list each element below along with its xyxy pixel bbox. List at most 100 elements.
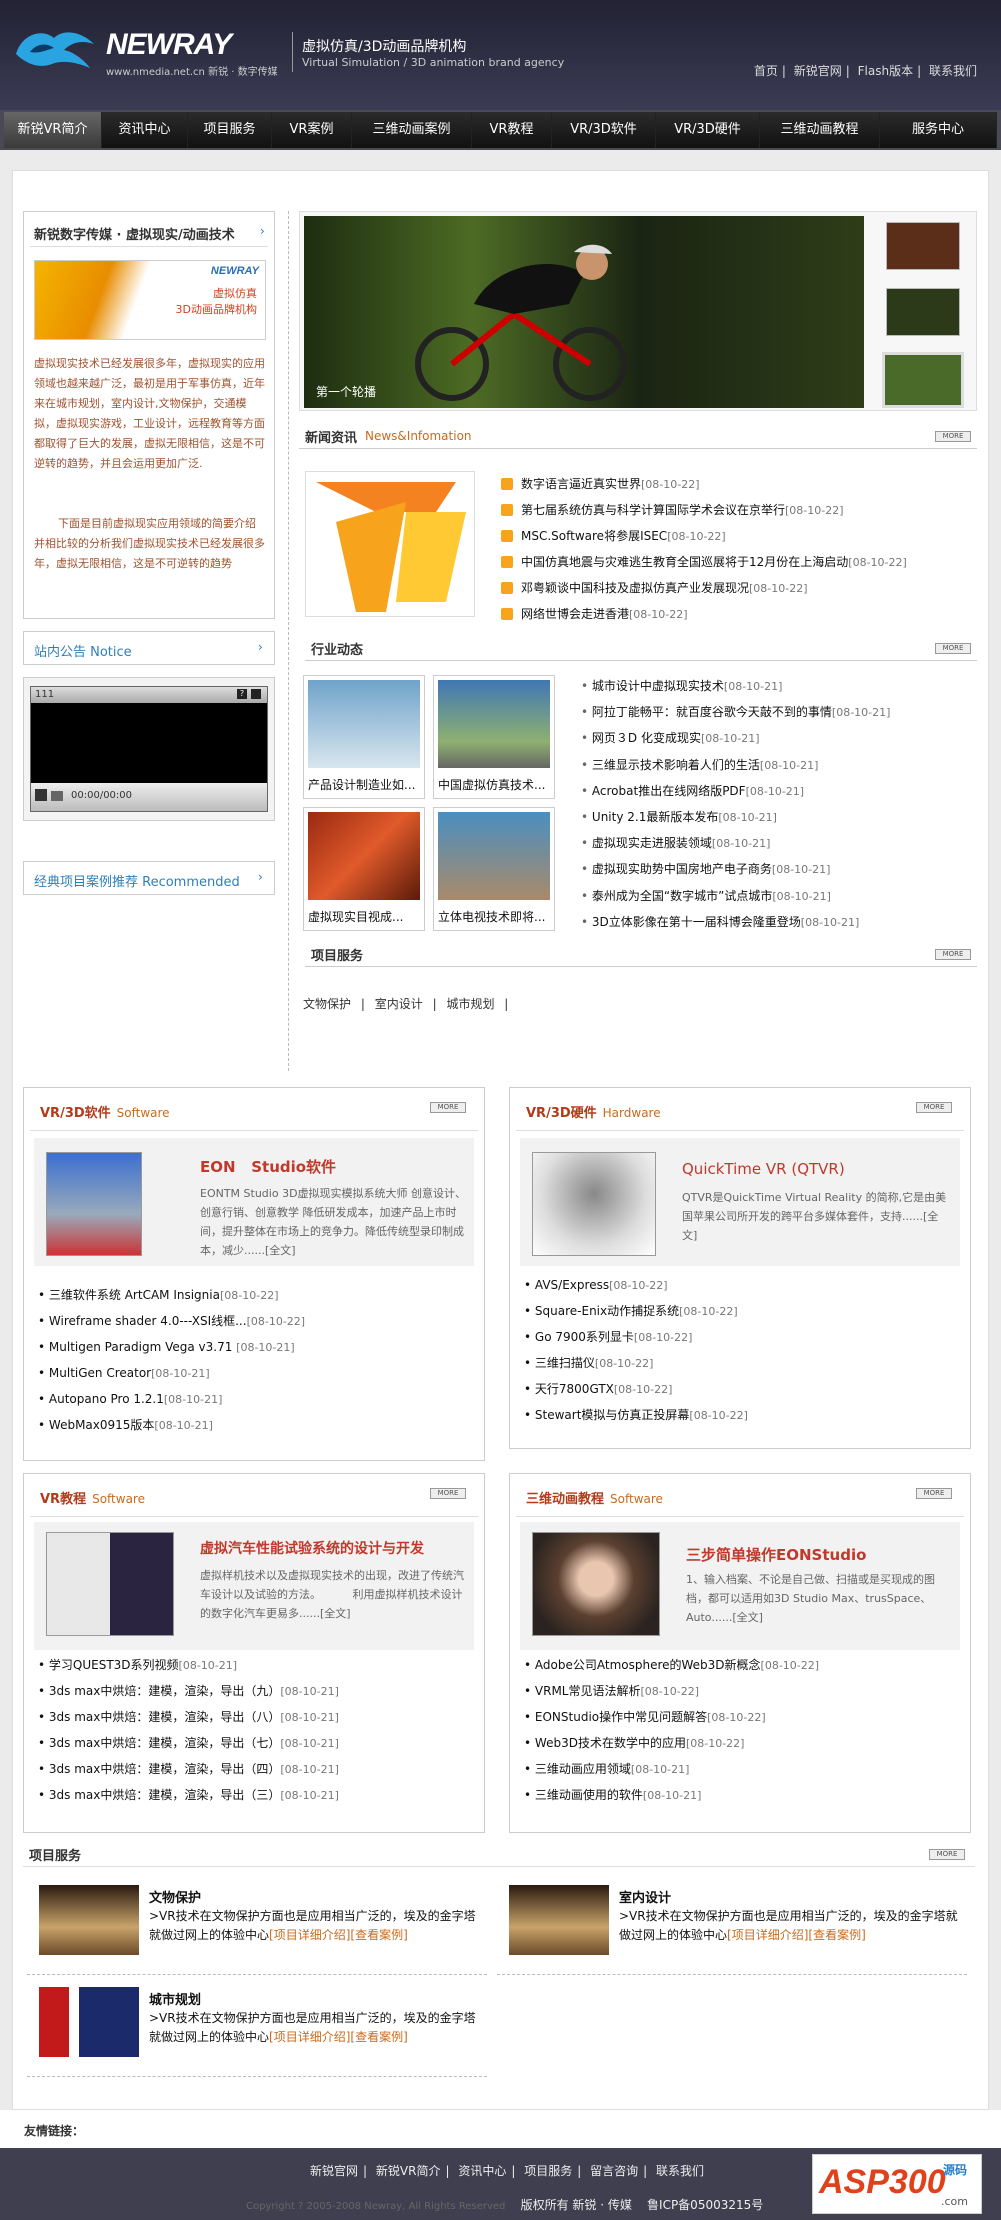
nav-vr3d-hardware[interactable]: VR/3D硬件	[656, 112, 760, 148]
news-item[interactable]: 中国仿真地震与灾难逃生教育全国巡展将于12月份在上海启动[08-10-22]	[501, 549, 971, 575]
hardware-feature-title[interactable]: QuickTime VR (QTVR)	[682, 1160, 845, 1178]
anim-tutorial-item[interactable]: • 三维动画使用的软件[08-10-21]	[524, 1782, 964, 1808]
nav-3d-anim-tutorials[interactable]: 三维动画教程	[760, 112, 880, 148]
software-item[interactable]: • WebMax0915版本[08-10-21]	[38, 1412, 478, 1438]
industry-thumb-1[interactable]: 产品设计制造业如...	[303, 675, 425, 799]
industry-item[interactable]: • 泰州成为全国“数字城市”试点城市[08-10-21]	[581, 883, 981, 909]
service-detail-link[interactable]: [项目详细介绍]	[727, 1928, 808, 1942]
footer-link-contact[interactable]: 联系我们	[656, 2164, 704, 2178]
hardware-item[interactable]: • 三维扫描仪[08-10-22]	[524, 1350, 964, 1376]
nav-vr-tutorials[interactable]: VR教程	[472, 112, 552, 148]
nav-vr-intro[interactable]: 新锐VR简介	[4, 112, 102, 148]
nav-vr-cases[interactable]: VR案例	[272, 112, 352, 148]
nav-project-services[interactable]: 项目服务	[188, 112, 272, 148]
vr-tutorial-item[interactable]: • 3ds max中烘焙：建模，渲染，导出（八）[08-10-21]	[38, 1704, 478, 1730]
services-small-more-button[interactable]: MORE	[935, 949, 971, 960]
service-card-image[interactable]	[509, 1885, 609, 1955]
industry-item[interactable]: • 3D立体影像在第十一届科博会隆重登场[08-10-21]	[581, 909, 981, 935]
volume-icon[interactable]	[51, 791, 63, 801]
nav-news-center[interactable]: 资讯中心	[102, 112, 188, 148]
nav-3d-anim-cases[interactable]: 三维动画案例	[352, 112, 472, 148]
service-card-title[interactable]: 城市规划	[149, 1989, 201, 2008]
top-link-official[interactable]: 新锐官网	[794, 64, 842, 78]
industry-item[interactable]: • Unity 2.1最新版本发布[08-10-21]	[581, 804, 981, 830]
anim-tutorial-feature-title[interactable]: 三步简单操作EONStudio	[686, 1544, 866, 1565]
anim-tutorial-item[interactable]: • Web3D技术在数学中的应用[08-10-22]	[524, 1730, 964, 1756]
hardware-item[interactable]: • 天行7800GTX[08-10-22]	[524, 1376, 964, 1402]
news-item[interactable]: 网络世博会走进香港[08-10-22]	[501, 601, 971, 627]
anim-tutorial-item[interactable]: • 三维动画应用领域[08-10-21]	[524, 1756, 964, 1782]
recommend-title[interactable]: 经典项目案例推荐 Recommended	[34, 871, 240, 890]
anim-tutorial-item[interactable]: • VRML常见语法解析[08-10-22]	[524, 1678, 964, 1704]
service-case-link[interactable]: [查看案例]	[350, 2030, 407, 2044]
industry-thumb-4[interactable]: 立体电视技术即将...	[433, 807, 555, 931]
software-feature-title[interactable]: EON Studio软件	[200, 1156, 336, 1177]
notice-title[interactable]: 站内公告 Notice	[34, 641, 132, 660]
industry-thumb-2[interactable]: 中国虚拟仿真技术...	[433, 675, 555, 799]
top-link-flash[interactable]: Flash版本	[858, 64, 913, 78]
hardware-more-button[interactable]: MORE	[916, 1102, 952, 1113]
arrow-icon[interactable]: ›	[260, 224, 265, 238]
service-card-image[interactable]	[39, 1885, 139, 1955]
news-more-button[interactable]: MORE	[935, 431, 971, 442]
service-card-title[interactable]: 室内设计	[619, 1887, 671, 1906]
hardware-item[interactable]: • Square-Enix动作捕捉系统[08-10-22]	[524, 1298, 964, 1324]
pause-icon[interactable]	[35, 789, 47, 801]
video-player[interactable]: 111 ? 00:00/00:00	[30, 686, 268, 812]
service-detail-link[interactable]: [项目详细介绍]	[269, 1928, 350, 1942]
anim-tutorial-item[interactable]: • EONStudio操作中常见问题解答[08-10-22]	[524, 1704, 964, 1730]
service-link-urban[interactable]: 城市规划	[446, 997, 494, 1011]
vr-tutorial-feature-image[interactable]	[46, 1532, 174, 1636]
news-item[interactable]: 数字语言逼近真实世界[08-10-22]	[501, 471, 971, 497]
vr-tutorial-feature-title[interactable]: 虚拟汽车性能试验系统的设计与开发	[200, 1538, 424, 1558]
vr-tutorial-item[interactable]: • 3ds max中烘焙：建模，渲染，导出（七）[08-10-21]	[38, 1730, 478, 1756]
service-case-link[interactable]: [查看案例]	[350, 1928, 407, 1942]
software-more-button[interactable]: MORE	[430, 1102, 466, 1113]
industry-more-button[interactable]: MORE	[935, 643, 971, 654]
service-link-interior[interactable]: 室内设计	[375, 997, 423, 1011]
arrow-icon[interactable]: ›	[258, 870, 263, 884]
software-item[interactable]: • MultiGen Creator[08-10-21]	[38, 1360, 478, 1386]
hardware-item[interactable]: • Go 7900系列显卡[08-10-22]	[524, 1324, 964, 1350]
software-item[interactable]: • 三维软件系统 ArtCAM Insignia[08-10-22]	[38, 1282, 478, 1308]
top-link-contact[interactable]: 联系我们	[929, 64, 977, 78]
logo-icon[interactable]	[12, 24, 98, 72]
software-item[interactable]: • Multigen Paradigm Vega v3.71 [08-10-21…	[38, 1334, 478, 1360]
software-item[interactable]: • Wireframe shader 4.0---XSI线框...[08-10-…	[38, 1308, 478, 1334]
footer-link-official[interactable]: 新锐官网	[310, 2164, 358, 2178]
hardware-item[interactable]: • Stewart模拟与仿真正投屏幕[08-10-22]	[524, 1402, 964, 1428]
industry-item[interactable]: • Acrobat推出在线网络版PDF[08-10-21]	[581, 778, 981, 804]
news-item[interactable]: MSC.Software将参展ISEC[08-10-22]	[501, 523, 971, 549]
industry-item[interactable]: • 虚拟现实助势中国房地产电子商务[08-10-21]	[581, 856, 981, 882]
footer-link-vr-intro[interactable]: 新锐VR简介	[376, 2164, 441, 2178]
service-case-link[interactable]: [查看案例]	[808, 1928, 865, 1942]
hardware-item[interactable]: • AVS/Express[08-10-22]	[524, 1272, 964, 1298]
vr-tutorial-more-button[interactable]: MORE	[430, 1488, 466, 1499]
anim-tutorial-item[interactable]: • Adobe公司Atmosphere的Web3D新概念[08-10-22]	[524, 1652, 964, 1678]
slider-thumb-3[interactable]	[882, 352, 964, 408]
service-card-image[interactable]	[39, 1987, 139, 2057]
slider-main-image[interactable]: 第一个轮播	[304, 216, 864, 408]
help-icon[interactable]: ?	[237, 689, 247, 699]
hardware-feature-image[interactable]	[532, 1152, 656, 1256]
industry-item[interactable]: • 阿拉丁能畅平：就百度谷歌今天敲不到的事情[08-10-21]	[581, 699, 981, 725]
service-link-heritage[interactable]: 文物保护	[303, 997, 351, 1011]
slider-thumb-2[interactable]	[886, 288, 960, 336]
service-card-title[interactable]: 文物保护	[149, 1887, 201, 1906]
news-item[interactable]: 邓粤颖谈中国科技及虚拟仿真产业发展现况[08-10-22]	[501, 575, 971, 601]
nav-service-center[interactable]: 服务中心	[880, 112, 997, 148]
service-detail-link[interactable]: [项目详细介绍]	[269, 2030, 350, 2044]
footer-link-services[interactable]: 项目服务	[524, 2164, 572, 2178]
news-image[interactable]	[305, 471, 475, 617]
nav-vr3d-software[interactable]: VR/3D软件	[552, 112, 656, 148]
industry-item[interactable]: • 网页３D 化变成现实[08-10-21]	[581, 725, 981, 751]
vr-tutorial-item[interactable]: • 3ds max中烘焙：建模，渲染，导出（九）[08-10-21]	[38, 1678, 478, 1704]
vr-tutorial-item[interactable]: • 3ds max中烘焙：建模，渲染，导出（四）[08-10-21]	[38, 1756, 478, 1782]
vr-tutorial-item[interactable]: • 学习QUEST3D系列视频[08-10-21]	[38, 1652, 478, 1678]
top-link-home[interactable]: 首页	[754, 64, 778, 78]
industry-thumb-3[interactable]: 虚拟现实目视成...	[303, 807, 425, 931]
anim-tutorial-more-button[interactable]: MORE	[916, 1488, 952, 1499]
industry-item[interactable]: • 三维显示技术影响着人们的生活[08-10-21]	[581, 752, 981, 778]
footer-link-news[interactable]: 资讯中心	[458, 2164, 506, 2178]
software-item[interactable]: • Autopano Pro 1.2.1[08-10-21]	[38, 1386, 478, 1412]
